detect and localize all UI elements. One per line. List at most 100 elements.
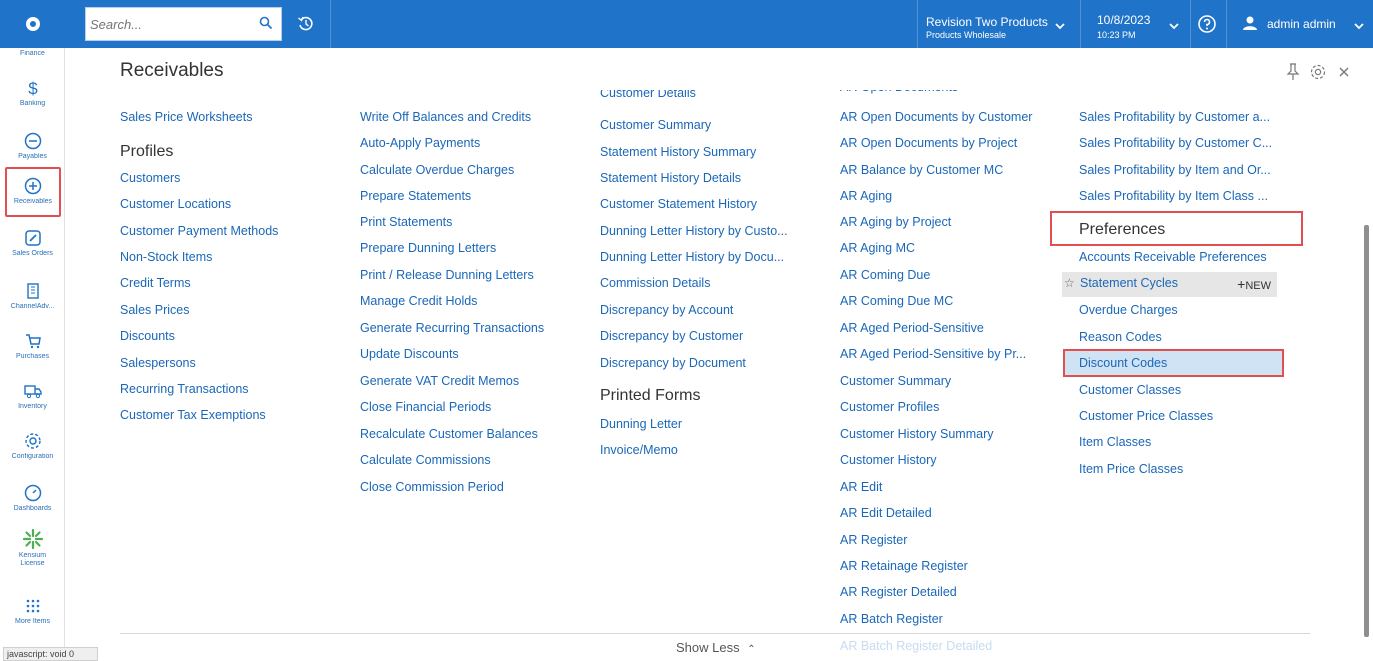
menu-link[interactable]: Salespersons	[120, 356, 196, 370]
menu-link[interactable]: Overdue Charges	[1079, 303, 1178, 317]
menu-link[interactable]: AR Edit	[840, 480, 882, 494]
menu-link[interactable]: Sales Profitability by Item and Or...	[1079, 163, 1271, 177]
menu-link[interactable]: Discount Codes	[1079, 356, 1167, 370]
menu-link[interactable]: Discrepancy by Customer	[600, 329, 743, 343]
menu-link[interactable]: Prepare Statements	[360, 189, 471, 203]
help-icon[interactable]	[1196, 13, 1218, 35]
menu-link[interactable]: AR Aging MC	[840, 241, 915, 255]
settings-gear-icon[interactable]	[1309, 63, 1327, 81]
business-date-selector[interactable]: 10/8/2023 10:23 PM	[1088, 0, 1188, 48]
search-input[interactable]	[90, 12, 250, 36]
menu-link[interactable]: Invoice/Memo	[600, 443, 678, 457]
menu-link[interactable]: Dunning Letter History by Docu...	[600, 250, 784, 264]
menu-link[interactable]: Auto-Apply Payments	[360, 136, 480, 150]
new-button[interactable]: +NEW	[1237, 276, 1271, 292]
menu-link[interactable]: Non-Stock Items	[120, 250, 212, 264]
company-selector[interactable]: Revision Two Products Products Wholesale	[917, 0, 1072, 48]
menu-link[interactable]: AR Aging by Project	[840, 215, 951, 229]
sidebar-item-kensium-license[interactable]: Kensium License	[0, 528, 65, 568]
menu-link[interactable]: Customer Summary	[600, 118, 711, 132]
menu-link[interactable]: Customer Tax Exemptions	[120, 408, 266, 422]
menu-link[interactable]: Credit Terms	[120, 276, 191, 290]
menu-link[interactable]: Item Price Classes	[1079, 462, 1183, 476]
menu-link[interactable]: AR Coming Due	[840, 268, 930, 282]
menu-link[interactable]: Customer Payment Methods	[120, 224, 278, 238]
menu-link[interactable]: Customer History	[840, 453, 937, 467]
menu-link[interactable]: Sales Profitability by Customer a...	[1079, 110, 1270, 124]
menu-link[interactable]: Generate VAT Credit Memos	[360, 374, 519, 388]
menu-link[interactable]: Customer Profiles	[840, 400, 939, 414]
menu-link[interactable]: Close Financial Periods	[360, 400, 491, 414]
sidebar-item-purchases[interactable]: Purchases	[0, 331, 65, 360]
menu-link[interactable]: Customer Details	[600, 90, 696, 100]
menu-link[interactable]: Item Classes	[1079, 435, 1151, 449]
menu-link-faded[interactable]: AR Batch Register Detailed	[840, 639, 992, 653]
sidebar-item-more-items[interactable]: More Items	[0, 596, 65, 625]
menu-link[interactable]: Manage Credit Holds	[360, 294, 477, 308]
menu-link[interactable]: Recurring Transactions	[120, 382, 249, 396]
search-icon[interactable]	[259, 16, 273, 30]
menu-link[interactable]: Sales Prices	[120, 303, 189, 317]
menu-link[interactable]: Sales Price Worksheets	[120, 110, 252, 124]
menu-link[interactable]: Calculate Commissions	[360, 453, 491, 467]
menu-link[interactable]: Generate Recurring Transactions	[360, 321, 544, 335]
menu-link[interactable]: Commission Details	[600, 276, 710, 290]
menu-link[interactable]: Print Statements	[360, 215, 452, 229]
menu-link[interactable]: AR Balance by Customer MC	[840, 163, 1003, 177]
menu-link[interactable]: AR Open Documents by Project	[840, 136, 1017, 150]
menu-link[interactable]: Print / Release Dunning Letters	[360, 268, 534, 282]
menu-link[interactable]: Discounts	[120, 329, 175, 343]
menu-link[interactable]: Statement History Summary	[600, 145, 756, 159]
menu-link[interactable]: Dunning Letter History by Custo...	[600, 224, 788, 238]
menu-link[interactable]: AR Aged Period-Sensitive	[840, 321, 984, 335]
menu-link[interactable]: AR Register Detailed	[840, 585, 957, 599]
menu-link[interactable]: Write Off Balances and Credits	[360, 110, 531, 124]
sidebar-item-configuration[interactable]: Configuration	[0, 431, 65, 460]
statement-cycles-row[interactable]: ☆ Statement Cycles +NEW	[1062, 272, 1277, 297]
sidebar-item-inventory[interactable]: Inventory	[0, 381, 65, 410]
menu-link[interactable]: AR Retainage Register	[840, 559, 968, 573]
menu-link[interactable]: Discrepancy by Account	[600, 303, 733, 317]
menu-link[interactable]: Prepare Dunning Letters	[360, 241, 496, 255]
menu-link[interactable]: Calculate Overdue Charges	[360, 163, 514, 177]
sidebar-item-banking[interactable]: $ Banking	[0, 78, 65, 107]
sidebar-item-sales-orders[interactable]: Sales Orders	[0, 228, 65, 257]
history-button[interactable]	[291, 9, 321, 39]
discount-codes-row[interactable]: Discount Codes	[1063, 349, 1284, 377]
menu-link[interactable]: Customer Locations	[120, 197, 231, 211]
scrollbar-thumb[interactable]	[1364, 225, 1369, 637]
menu-link[interactable]: Dunning Letter	[600, 417, 682, 431]
menu-link[interactable]: Sales Profitability by Item Class ...	[1079, 189, 1268, 203]
menu-link[interactable]: AR Edit Detailed	[840, 506, 932, 520]
menu-link[interactable]: Customer History Summary	[840, 427, 994, 441]
menu-link[interactable]: Customers	[120, 171, 180, 185]
menu-link[interactable]: Customer Classes	[1079, 383, 1181, 397]
menu-link[interactable]: Accounts Receivable Preferences	[1079, 250, 1267, 264]
menu-link[interactable]: AR Aging	[840, 189, 892, 203]
sidebar-item-channeladvisor[interactable]: ChannelAdv...	[0, 281, 65, 310]
pin-icon[interactable]	[1285, 62, 1301, 82]
menu-link[interactable]: AR Register	[840, 533, 907, 547]
menu-link[interactable]: Statement Cycles	[1080, 276, 1178, 290]
menu-link[interactable]: Recalculate Customer Balances	[360, 427, 538, 441]
star-icon[interactable]: ☆	[1064, 276, 1075, 290]
menu-link[interactable]: Statement History Details	[600, 171, 741, 185]
menu-link[interactable]: Discrepancy by Document	[600, 356, 746, 370]
show-less-button[interactable]: Show Less ⌃	[676, 640, 756, 655]
menu-link[interactable]: Customer Price Classes	[1079, 409, 1213, 423]
menu-link[interactable]: Customer Statement History	[600, 197, 757, 211]
menu-link[interactable]: Sales Profitability by Customer C...	[1079, 136, 1272, 150]
menu-link[interactable]: AR Batch Register	[840, 612, 943, 626]
close-icon[interactable]	[1337, 65, 1351, 79]
app-logo[interactable]	[0, 0, 65, 48]
menu-link[interactable]: AR Coming Due MC	[840, 294, 953, 308]
user-menu[interactable]: admin admin	[1232, 0, 1373, 48]
sidebar-item-receivables[interactable]: Receivables	[5, 167, 61, 217]
sidebar-item-dashboards[interactable]: Dashboards	[0, 483, 65, 512]
menu-link[interactable]: Close Commission Period	[360, 480, 504, 494]
sidebar-item-payables[interactable]: Payables	[0, 131, 65, 160]
menu-link[interactable]: AR Open Documents by Customer	[840, 110, 1032, 124]
menu-link[interactable]: Customer Summary	[840, 374, 951, 388]
menu-link[interactable]: Update Discounts	[360, 347, 459, 361]
menu-link[interactable]: Reason Codes	[1079, 330, 1162, 344]
